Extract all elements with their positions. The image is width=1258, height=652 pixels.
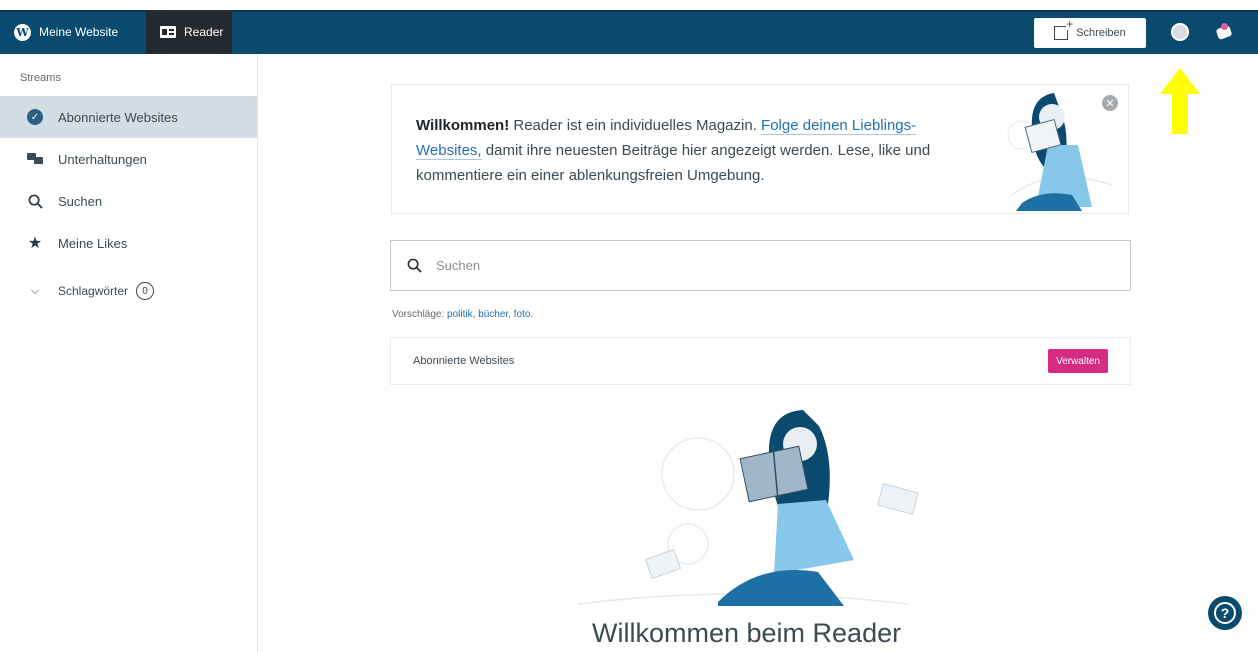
wordpress-icon: W bbox=[14, 23, 31, 41]
chat-icon bbox=[26, 153, 44, 165]
sidebar: Streams ✓ Abonnierte Websites Unterhaltu… bbox=[0, 54, 258, 652]
help-icon[interactable]: ? bbox=[1208, 596, 1242, 630]
write-label: Schreiben bbox=[1076, 27, 1126, 39]
sidebar-item-label: Unterhaltungen bbox=[58, 151, 147, 167]
sidebar-item-label: Suchen bbox=[58, 193, 103, 209]
followed-sites-card: Abonnierte Websites Verwalten bbox=[390, 337, 1131, 385]
reader-illustration bbox=[578, 410, 919, 606]
suggestion-link[interactable]: foto bbox=[514, 309, 531, 320]
notifications-icon[interactable] bbox=[1214, 23, 1234, 41]
suggestions-prefix: Vorschläge: bbox=[392, 309, 448, 320]
sidebar-item-tags[interactable]: ⌵ Schlagwörter 0 bbox=[0, 270, 257, 312]
suggestion-link[interactable]: politik bbox=[447, 309, 473, 320]
welcome-text-part1: Reader ist ein individuelles Magazin. bbox=[509, 117, 762, 134]
reader-button[interactable]: Reader bbox=[146, 10, 232, 54]
close-icon[interactable]: ✕ bbox=[1102, 95, 1118, 111]
sidebar-item-label: Abonnierte Websites bbox=[58, 109, 178, 125]
write-icon bbox=[1054, 18, 1074, 40]
search-input[interactable] bbox=[436, 258, 1036, 273]
sidebar-item-label: Schlagwörter bbox=[58, 284, 129, 298]
write-button[interactable]: Schreiben bbox=[1034, 18, 1146, 48]
highlight-arrow bbox=[1160, 68, 1200, 134]
master-bar: W Meine Website Reader Schreiben bbox=[0, 10, 1258, 54]
sidebar-item-followed-sites[interactable]: ✓ Abonnierte Websites bbox=[0, 96, 257, 138]
welcome-text: Willkommen! Reader ist ein individuelles… bbox=[416, 113, 976, 188]
welcome-text-part2: damit ihre neuesten Beiträge hier angeze… bbox=[416, 142, 931, 184]
notifications-unread-dot bbox=[1221, 23, 1228, 30]
sidebar-item-search[interactable]: Suchen bbox=[0, 180, 257, 222]
followed-sites-label: Abonnierte Websites bbox=[413, 355, 515, 367]
page-title: Willkommen beim Reader bbox=[592, 618, 902, 648]
tags-count-badge: 0 bbox=[136, 282, 155, 300]
welcome-bold: Willkommen! bbox=[416, 117, 510, 134]
reader-icon bbox=[160, 26, 176, 38]
check-circle-icon: ✓ bbox=[26, 109, 44, 125]
avatar-icon[interactable] bbox=[1171, 23, 1189, 41]
sidebar-item-conversations[interactable]: Unterhaltungen bbox=[0, 138, 257, 180]
my-site-label: Meine Website bbox=[39, 25, 119, 39]
sidebar-heading: Streams bbox=[20, 72, 61, 84]
search-field[interactable] bbox=[390, 240, 1131, 291]
manage-button[interactable]: Verwalten bbox=[1048, 349, 1108, 373]
chevron-down-icon: ⌵ bbox=[30, 284, 40, 297]
reader-label: Reader bbox=[184, 25, 224, 39]
search-suggestions: Vorschläge: politik, bücher, foto. bbox=[392, 309, 534, 320]
suggestion-link[interactable]: bücher bbox=[478, 309, 508, 320]
welcome-card: Willkommen! Reader ist ein individuelles… bbox=[391, 84, 1129, 214]
my-site-button[interactable]: W Meine Website bbox=[14, 10, 118, 54]
sidebar-item-label: Meine Likes bbox=[58, 235, 128, 251]
star-icon: ★ bbox=[27, 235, 43, 252]
sidebar-item-my-likes[interactable]: ★ Meine Likes bbox=[0, 222, 257, 264]
search-icon bbox=[407, 258, 422, 273]
search-icon bbox=[26, 194, 44, 209]
